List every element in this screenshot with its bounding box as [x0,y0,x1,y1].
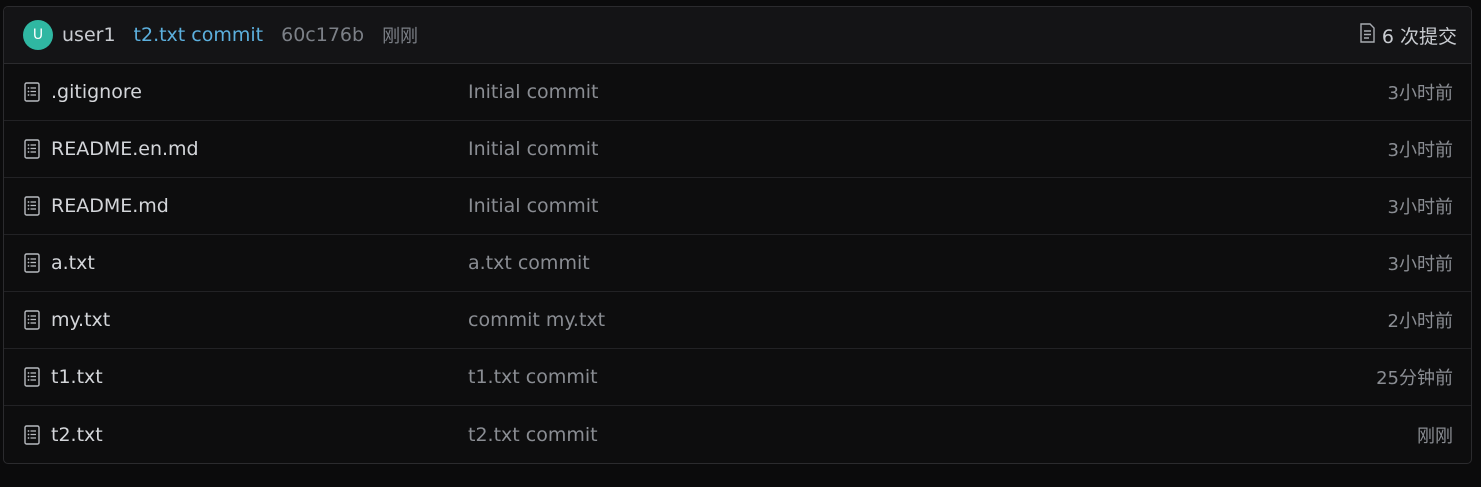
file-icon [23,138,43,160]
file-name-link[interactable]: README.md [51,195,468,217]
file-row[interactable]: README.md Initial commit 3小时前 [4,178,1471,235]
commit-sha[interactable]: 60c176b [281,24,364,46]
file-row[interactable]: t1.txt t1.txt commit 25分钟前 [4,349,1471,406]
file-name-link[interactable]: a.txt [51,252,468,274]
file-rows: .gitignore Initial commit 3小时前 README.en… [4,64,1471,463]
file-commit-message-link[interactable]: Initial commit [468,195,1388,217]
commit-count-link[interactable]: 6 次提交 [1358,22,1457,49]
file-icon [23,195,43,217]
file-icon [23,366,43,388]
commits-icon [1358,22,1376,49]
file-row[interactable]: .gitignore Initial commit 3小时前 [4,64,1471,121]
file-row[interactable]: a.txt a.txt commit 3小时前 [4,235,1471,292]
file-name-link[interactable]: t2.txt [51,424,468,446]
file-icon [23,424,43,446]
file-icon [23,81,43,103]
file-commit-time: 3小时前 [1387,83,1453,104]
file-commit-time: 3小时前 [1387,254,1453,275]
file-commit-message-link[interactable]: Initial commit [468,138,1388,160]
file-row[interactable]: README.en.md Initial commit 3小时前 [4,121,1471,178]
file-name-link[interactable]: README.en.md [51,138,468,160]
file-row[interactable]: my.txt commit my.txt 2小时前 [4,292,1471,349]
commit-message-link[interactable]: t2.txt commit [134,24,264,46]
file-commit-message-link[interactable]: commit my.txt [468,309,1388,331]
commit-time: 刚刚 [382,26,419,47]
file-commit-time: 25分钟前 [1376,368,1453,389]
file-name-link[interactable]: .gitignore [51,81,468,103]
commit-author[interactable]: user1 [62,24,116,46]
latest-commit-bar: U user1 t2.txt commit 60c176b 刚刚 6 次提交 [4,7,1471,64]
file-name-link[interactable]: t1.txt [51,366,468,388]
file-commit-message-link[interactable]: a.txt commit [468,252,1388,274]
file-commit-time: 3小时前 [1387,140,1453,161]
file-commit-time: 3小时前 [1387,197,1453,218]
file-commit-message-link[interactable]: t1.txt commit [468,366,1376,388]
file-icon [23,309,43,331]
file-icon [23,252,43,274]
file-commit-message-link[interactable]: t2.txt commit [468,424,1417,446]
avatar[interactable]: U [23,20,53,50]
file-name-link[interactable]: my.txt [51,309,468,331]
file-commit-time: 2小时前 [1387,311,1453,332]
commit-count-label: 6 次提交 [1381,25,1457,48]
file-commit-time: 刚刚 [1417,425,1453,447]
file-commit-message-link[interactable]: Initial commit [468,81,1388,103]
file-row[interactable]: t2.txt t2.txt commit 刚刚 [4,406,1471,463]
file-list-panel: U user1 t2.txt commit 60c176b 刚刚 6 次提交 .… [3,6,1472,464]
